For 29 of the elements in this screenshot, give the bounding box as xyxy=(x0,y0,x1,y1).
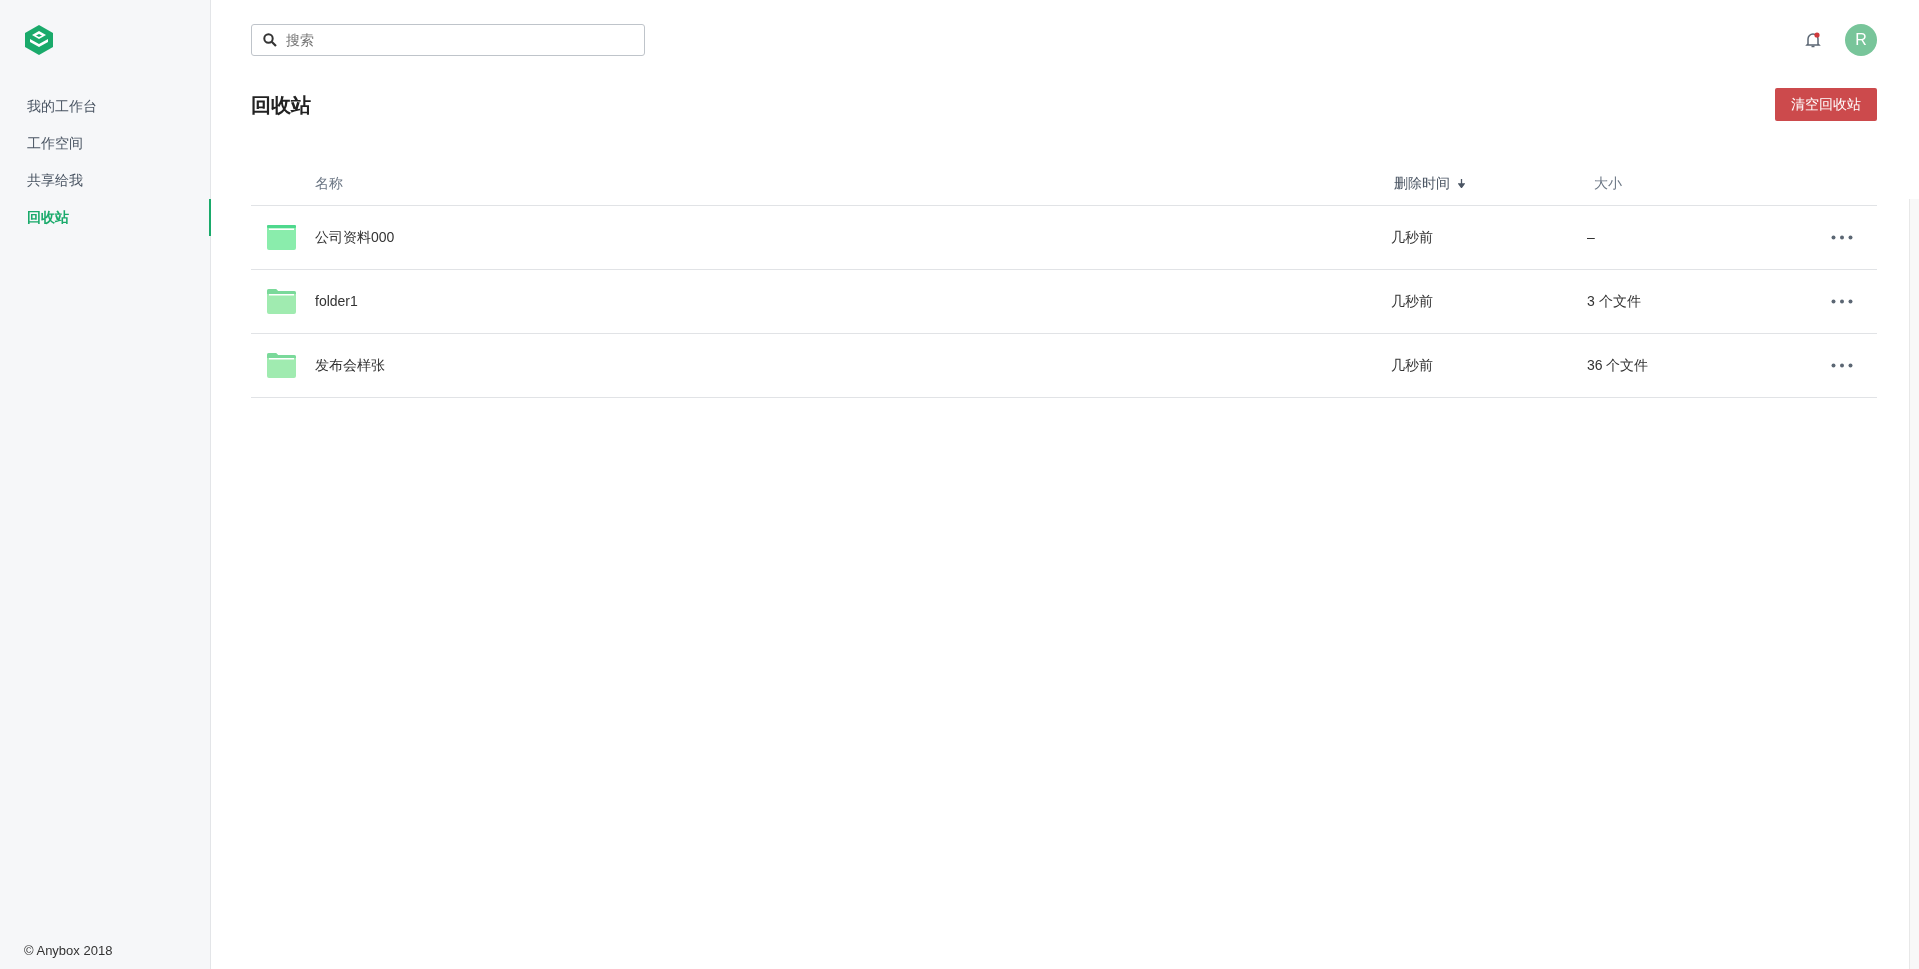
sort-arrow-icon[interactable] xyxy=(1458,178,1465,188)
sidebar-item[interactable]: 共享给我 xyxy=(0,162,211,199)
folder-icon xyxy=(267,353,296,378)
more-options-icon[interactable] xyxy=(1831,363,1853,368)
deleted-time: 几秒前 xyxy=(1391,229,1433,245)
folder-icon xyxy=(267,289,296,314)
search-icon xyxy=(263,33,277,47)
sidebar-item[interactable]: 我的工作台 xyxy=(0,88,211,125)
file-name[interactable]: folder1 xyxy=(315,293,358,309)
folder-icon xyxy=(267,225,296,250)
empty-trash-button[interactable]: 清空回收站 xyxy=(1775,88,1877,121)
column-header[interactable]: 大小 xyxy=(1594,172,1622,194)
file-name[interactable]: 公司资料000 xyxy=(315,229,395,245)
file-size: – xyxy=(1587,229,1595,245)
more-options-icon[interactable] xyxy=(1831,235,1853,240)
logo-icon xyxy=(24,24,54,56)
copyright-text: © Anybox 2018 xyxy=(24,943,113,958)
deleted-time: 几秒前 xyxy=(1391,293,1433,309)
notification-bell-icon[interactable] xyxy=(1805,32,1821,48)
file-size: 36 个文件 xyxy=(1587,357,1649,373)
file-name[interactable]: 发布会样张 xyxy=(315,357,385,373)
search-field[interactable]: 搜索 xyxy=(251,24,645,56)
column-header[interactable]: 名称 xyxy=(315,172,343,194)
more-options-icon[interactable] xyxy=(1831,299,1853,304)
deleted-time: 几秒前 xyxy=(1391,357,1433,373)
sidebar-item[interactable]: 工作空间 xyxy=(0,125,211,162)
page-title: 回收站 xyxy=(251,92,311,117)
file-size: 3 个文件 xyxy=(1587,293,1641,309)
column-header[interactable]: 删除时间 xyxy=(1394,172,1450,194)
